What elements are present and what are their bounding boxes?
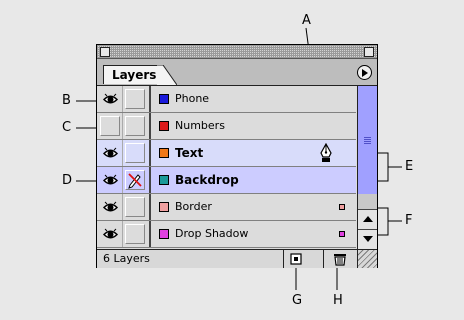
layer-color-swatch — [159, 229, 169, 239]
layer-name: Border — [175, 200, 212, 213]
callout-c: C — [62, 120, 72, 135]
vertical-scrollbar[interactable] — [357, 86, 377, 249]
lock-toggle[interactable] — [125, 143, 145, 163]
column-divider — [149, 194, 151, 220]
layer-color-swatch — [159, 121, 169, 131]
lock-toggle[interactable] — [125, 224, 145, 244]
scroll-down-arrow-icon[interactable] — [358, 229, 377, 249]
pen-icon — [320, 143, 332, 162]
tab-layers[interactable]: Layers — [103, 65, 163, 84]
layer-row-drop-shadow[interactable]: Drop Shadow — [97, 221, 356, 248]
eye-icon — [103, 201, 118, 212]
eye-icon — [103, 147, 118, 158]
palette-titlebar[interactable] — [97, 45, 377, 59]
eye-icon — [103, 174, 118, 185]
layer-name: Backdrop — [175, 173, 239, 187]
selected-items-square[interactable] — [339, 204, 345, 210]
selected-items-square[interactable] — [339, 231, 345, 237]
visibility-toggle[interactable] — [97, 167, 123, 193]
layer-color-swatch — [159, 94, 169, 104]
layer-name: Phone — [175, 92, 210, 105]
lock-toggle[interactable] — [125, 197, 145, 217]
callout-b: B — [62, 93, 71, 108]
visibility-toggle[interactable] — [97, 86, 123, 112]
callout-e: E — [405, 159, 414, 174]
eye-icon — [103, 93, 118, 104]
new-layer-button[interactable] — [283, 250, 309, 268]
layer-row-backdrop[interactable]: Backdrop — [97, 167, 356, 194]
layer-count: 6 Layers — [103, 252, 150, 265]
close-box-icon[interactable] — [100, 47, 110, 57]
lock-toggle[interactable] — [125, 170, 145, 190]
column-divider — [149, 86, 151, 112]
callout-h: H — [333, 293, 343, 308]
layer-name: Numbers — [175, 119, 225, 132]
column-divider — [149, 221, 151, 247]
palette-tab-row: Layers — [97, 59, 377, 86]
hidden-eye-box — [100, 116, 120, 136]
layer-color-swatch — [159, 175, 169, 185]
scroll-up-arrow-icon[interactable] — [358, 209, 377, 229]
scroll-grip-icon — [364, 136, 371, 144]
zoom-box-icon[interactable] — [364, 47, 374, 57]
callout-g: G — [292, 293, 303, 308]
layers-palette: Layers Phone Numbers Text Backdrop Borde… — [96, 44, 378, 268]
callout-a: A — [302, 13, 311, 28]
layer-color-swatch — [159, 148, 169, 158]
visibility-toggle[interactable] — [97, 113, 123, 139]
palette-footer: 6 Layers — [97, 249, 377, 268]
column-divider — [149, 167, 151, 193]
layer-name: Text — [175, 146, 204, 160]
layers-list: Phone Numbers Text Backdrop Border Drop … — [97, 86, 356, 249]
delete-layer-button[interactable] — [323, 250, 357, 268]
column-divider — [149, 140, 151, 166]
layer-row-phone[interactable]: Phone — [97, 86, 356, 113]
visibility-toggle[interactable] — [97, 194, 123, 220]
panel-menu-icon[interactable] — [357, 65, 372, 80]
layer-name: Drop Shadow — [175, 227, 249, 240]
visibility-toggle[interactable] — [97, 221, 123, 247]
layer-row-numbers[interactable]: Numbers — [97, 113, 356, 140]
trash-icon — [334, 254, 346, 266]
lock-crossed-pencil-icon — [128, 173, 142, 189]
layer-color-swatch — [159, 202, 169, 212]
tab-slant-edge — [157, 65, 177, 85]
lock-toggle[interactable] — [125, 89, 145, 109]
new-layer-icon — [290, 253, 302, 265]
callout-f: F — [405, 213, 413, 228]
resize-grip-icon[interactable] — [357, 250, 377, 268]
layer-row-text[interactable]: Text — [97, 140, 356, 167]
scroll-thumb[interactable] — [358, 86, 377, 194]
lock-toggle[interactable] — [125, 116, 145, 136]
callout-d: D — [62, 173, 73, 188]
layer-row-border[interactable]: Border — [97, 194, 356, 221]
visibility-toggle[interactable] — [97, 140, 123, 166]
column-divider — [149, 113, 151, 139]
eye-icon — [103, 228, 118, 239]
